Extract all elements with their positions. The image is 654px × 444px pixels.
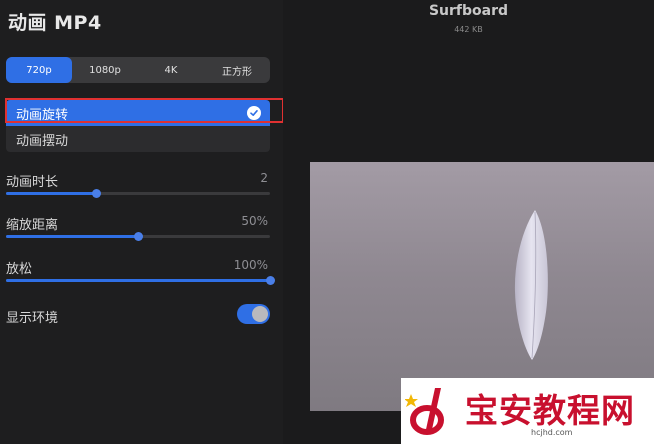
- duration-label: 动画时长: [6, 175, 59, 190]
- duration-value: 2: [260, 171, 268, 185]
- tab-1080p[interactable]: 1080p: [72, 57, 138, 83]
- tab-4k[interactable]: 4K: [138, 57, 204, 83]
- tab-720p[interactable]: 720p: [6, 57, 72, 83]
- file-name: Surfboard: [428, 3, 509, 19]
- show-environment-toggle[interactable]: [237, 304, 270, 324]
- tab-square[interactable]: 正方形: [204, 57, 270, 83]
- file-size: 442 KB: [454, 25, 483, 34]
- zoom-distance-label: 缩放距离: [6, 218, 59, 233]
- zoom-distance-value: 50%: [241, 214, 268, 228]
- option-swing-label: 动画摆动: [16, 133, 69, 149]
- zoom-distance-slider-thumb[interactable]: [134, 232, 143, 241]
- ease-slider-thumb[interactable]: [266, 276, 275, 285]
- environment-toggle-row: 显示环境: [6, 304, 270, 326]
- watermark-text: 宝安教程网: [465, 391, 635, 430]
- option-swing[interactable]: 动画摆动: [6, 126, 270, 152]
- preview-viewport[interactable]: [310, 162, 654, 411]
- ease-slider-fill: [6, 279, 270, 282]
- ease-slider[interactable]: [6, 276, 275, 285]
- toggle-knob: [252, 306, 268, 322]
- export-panel: 动画 MP4 720p 1080p 4K 正方形 动画旋转 动画摆动 动画时长 …: [0, 0, 284, 444]
- ease-value: 100%: [233, 258, 268, 272]
- duration-slider[interactable]: [6, 189, 270, 198]
- panel-title: 动画 MP4: [8, 12, 102, 34]
- zoom-distance-slider[interactable]: [6, 232, 270, 241]
- duration-slider-fill: [6, 192, 96, 195]
- watermark: 宝安教程网 hcjhd.com: [401, 378, 654, 444]
- zoom-distance-slider-fill: [6, 235, 138, 238]
- annotation-highlight-box: [5, 98, 284, 123]
- watermark-url: hcjhd.com: [531, 428, 573, 437]
- show-environment-label: 显示环境: [6, 311, 59, 326]
- surfboard-model: [514, 210, 548, 360]
- resolution-segmented-control: 720p 1080p 4K 正方形: [6, 57, 270, 83]
- duration-slider-thumb[interactable]: [91, 189, 101, 198]
- watermark-logo-icon: [405, 388, 444, 435]
- ease-label: 放松: [6, 262, 33, 277]
